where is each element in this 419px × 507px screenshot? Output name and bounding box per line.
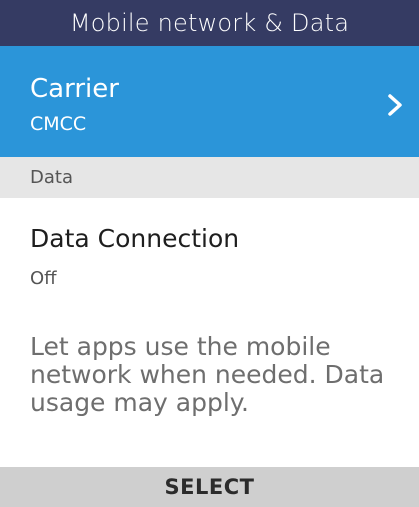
carrier-list-item[interactable]: Carrier CMCC bbox=[0, 46, 419, 157]
chevron-right-icon bbox=[388, 94, 402, 116]
select-softkey[interactable]: SELECT bbox=[165, 475, 255, 499]
data-description: Let apps use the mobile network when nee… bbox=[30, 332, 385, 417]
header: Mobile network & Data bbox=[0, 0, 419, 46]
softkey-bar: SELECT bbox=[0, 467, 419, 507]
carrier-title: Carrier bbox=[30, 74, 119, 104]
data-connection-title[interactable]: Data Connection bbox=[30, 224, 239, 254]
section-header-data: Data bbox=[0, 157, 419, 198]
page-title: Mobile network & Data bbox=[69, 9, 350, 37]
screen: Mobile network & Data Carrier CMCC Data … bbox=[0, 0, 419, 507]
data-connection-value[interactable]: Off bbox=[30, 268, 57, 290]
carrier-value: CMCC bbox=[30, 113, 87, 135]
